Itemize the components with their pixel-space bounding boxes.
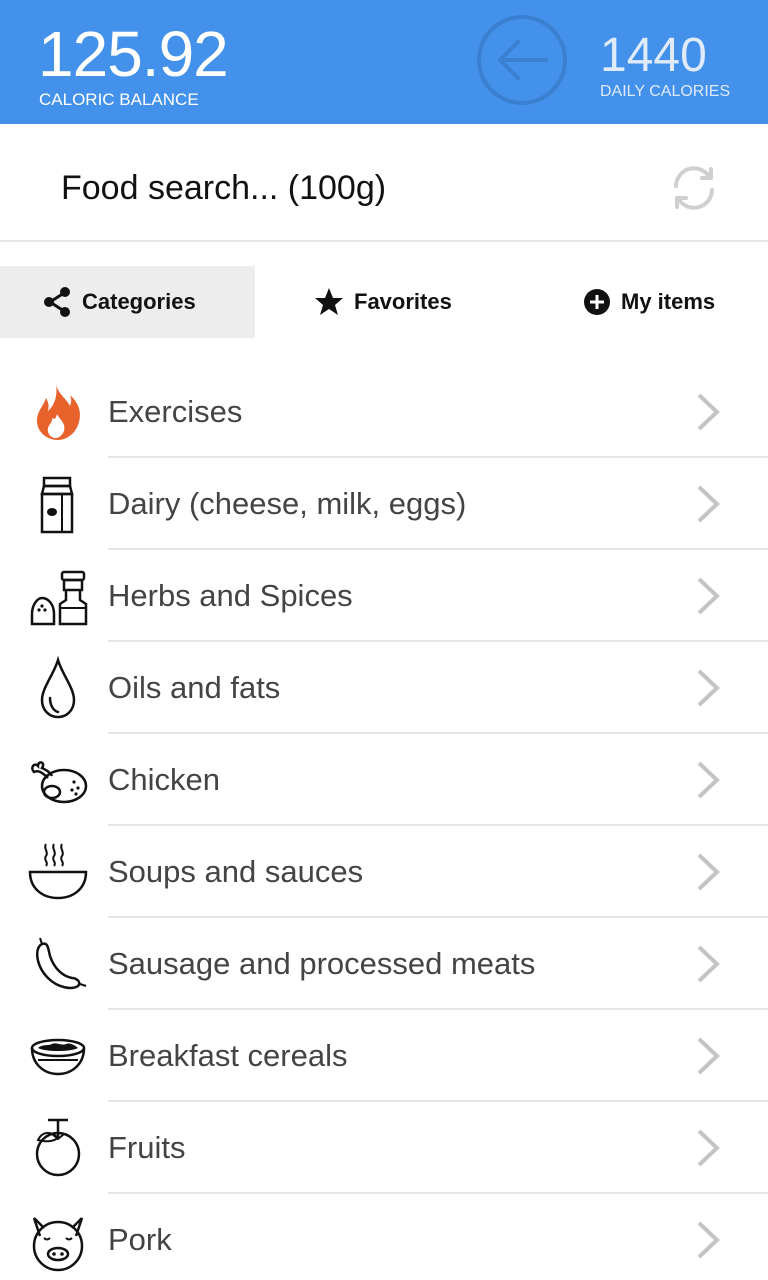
fruit-icon <box>35 1118 81 1177</box>
list-item-fruits[interactable]: Fruits <box>0 1102 768 1194</box>
cereal-bowl-icon <box>30 1038 86 1076</box>
caloric-balance-value: 125.92 <box>38 18 229 90</box>
list-item-label: Chicken <box>108 762 220 797</box>
list-item-label: Oils and fats <box>108 670 281 705</box>
share-icon <box>44 287 70 317</box>
chevron-right-icon <box>697 669 720 707</box>
list-item-dairy[interactable]: Dairy (cheese, milk, eggs) <box>0 458 768 550</box>
refresh-button[interactable] <box>666 160 722 216</box>
tab-my-items[interactable]: My items <box>583 266 715 338</box>
chevron-right-icon <box>697 577 720 615</box>
list-item-label: Sausage and processed meats <box>108 946 536 981</box>
daily-calories-label: DAILY CALORIES <box>600 83 731 100</box>
list-item-label: Breakfast cereals <box>108 1038 348 1073</box>
list-item-label: Pork <box>108 1222 172 1257</box>
chevron-right-icon <box>697 853 720 891</box>
oil-drop-icon <box>40 656 76 719</box>
tab-categories-label: Categories <box>82 289 196 314</box>
arrow-left-circle-icon <box>477 15 567 105</box>
chevron-right-icon <box>697 393 720 431</box>
list-item-chicken[interactable]: Chicken <box>0 734 768 826</box>
tab-categories[interactable]: Categories <box>0 266 255 338</box>
category-tabs: Categories Favorites My items <box>0 266 768 338</box>
list-item-herbs-spices[interactable]: Herbs and Spices <box>0 550 768 642</box>
caloric-balance-label: CALORIC BALANCE <box>39 90 199 109</box>
app-header: 125.92 CALORIC BALANCE 1440 DAILY CALORI… <box>0 0 768 124</box>
roast-chicken-icon <box>31 761 88 804</box>
list-item-pork[interactable]: Pork <box>0 1194 768 1280</box>
chevron-right-icon <box>697 1037 720 1075</box>
list-item-label: Soups and sauces <box>108 854 364 889</box>
chevron-right-icon <box>697 761 720 799</box>
chevron-right-icon <box>697 945 720 983</box>
flame-icon <box>36 384 80 440</box>
sausage-icon <box>35 937 87 990</box>
list-item-label: Dairy (cheese, milk, eggs) <box>108 486 467 521</box>
chevron-right-icon <box>697 1221 720 1259</box>
list-item-sausage[interactable]: Sausage and processed meats <box>0 918 768 1010</box>
tab-favorites-label: Favorites <box>354 289 452 314</box>
spice-grinder-icon <box>30 570 88 626</box>
list-item-label: Herbs and Spices <box>108 578 353 613</box>
food-search-input[interactable]: Food search... (100g) <box>61 168 386 208</box>
list-item-exercises[interactable]: Exercises <box>0 366 768 458</box>
list-item-breakfast-cereals[interactable]: Breakfast cereals <box>0 1010 768 1102</box>
list-item-soups-sauces[interactable]: Soups and sauces <box>0 826 768 918</box>
tab-my-items-label: My items <box>621 289 716 314</box>
chevron-right-icon <box>697 1129 720 1167</box>
chevron-right-icon <box>697 485 720 523</box>
plus-circle-icon <box>584 289 610 315</box>
daily-calories-value: 1440 <box>600 29 707 82</box>
refresh-icon <box>674 166 714 210</box>
list-item-label: Fruits <box>108 1130 186 1165</box>
back-button[interactable] <box>476 14 568 106</box>
list-item-oils-fats[interactable]: Oils and fats <box>0 642 768 734</box>
pig-icon <box>32 1217 84 1272</box>
star-icon <box>315 288 343 315</box>
milk-carton-icon <box>40 476 74 534</box>
soup-bowl-icon <box>28 843 88 900</box>
tab-favorites[interactable]: Favorites <box>314 266 452 338</box>
food-search-bar[interactable]: Food search... (100g) <box>0 124 768 242</box>
list-item-label: Exercises <box>108 394 243 429</box>
